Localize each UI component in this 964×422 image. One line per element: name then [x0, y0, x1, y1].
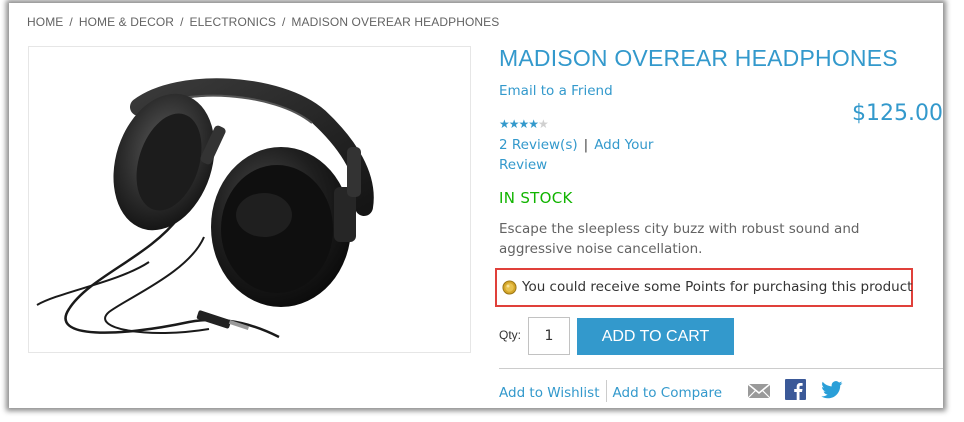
breadcrumb-current: MADISON OVEREAR HEADPHONES — [291, 15, 500, 29]
add-to-cart-button[interactable]: ADD TO CART — [577, 318, 734, 355]
stock-status: IN STOCK — [499, 189, 573, 207]
coin-icon — [502, 280, 517, 295]
review-separator: | — [583, 137, 589, 153]
qty-label: Qty: — [499, 328, 522, 342]
star-rating-icon: ★★★★★ — [499, 117, 549, 131]
reviews-link[interactable]: 2 Review(s) — [499, 137, 578, 153]
product-price: $125.00 — [852, 101, 943, 126]
breadcrumb-home[interactable]: HOME — [27, 15, 63, 29]
add-to-compare-link[interactable]: Add to Compare — [613, 385, 723, 401]
mail-icon[interactable] — [747, 382, 771, 400]
rating-stars[interactable]: ★★★★★ — [499, 113, 549, 132]
page-title: MADISON OVEREAR HEADPHONES — [499, 45, 898, 71]
points-message: You could receive some Points for purcha… — [522, 279, 913, 295]
add-to-wishlist-link[interactable]: Add to Wishlist — [499, 385, 600, 401]
product-image[interactable] — [28, 46, 471, 353]
breadcrumb-home-decor[interactable]: HOME & DECOR — [79, 15, 174, 29]
breadcrumb-electronics[interactable]: ELECTRONICS — [190, 15, 276, 29]
product-actions: Add to Wishlist Add to Compare — [499, 380, 723, 404]
email-friend-link[interactable]: Email to a Friend — [499, 83, 613, 99]
facebook-icon[interactable] — [785, 379, 806, 400]
twitter-icon[interactable] — [821, 381, 843, 399]
headphones-image — [36, 78, 374, 339]
divider — [605, 380, 607, 402]
breadcrumb-separator: / — [69, 15, 73, 29]
reviews-block: 2 Review(s) | Add Your Review — [499, 135, 653, 175]
breadcrumb: HOME / HOME & DECOR / ELECTRONICS / MADISON OV… — [27, 15, 499, 29]
product-description: Escape the sleepless city buzz with robu… — [499, 221, 860, 257]
breadcrumb-separator: / — [281, 15, 286, 29]
divider — [499, 368, 943, 369]
reward-points-notice: You could receive some Points for purcha… — [495, 268, 913, 307]
product-page: HOME / HOME & DECOR / ELECTRONICS / MADISON OV… — [9, 3, 943, 408]
qty-input[interactable] — [528, 317, 570, 355]
breadcrumb-separator: / — [180, 15, 184, 29]
